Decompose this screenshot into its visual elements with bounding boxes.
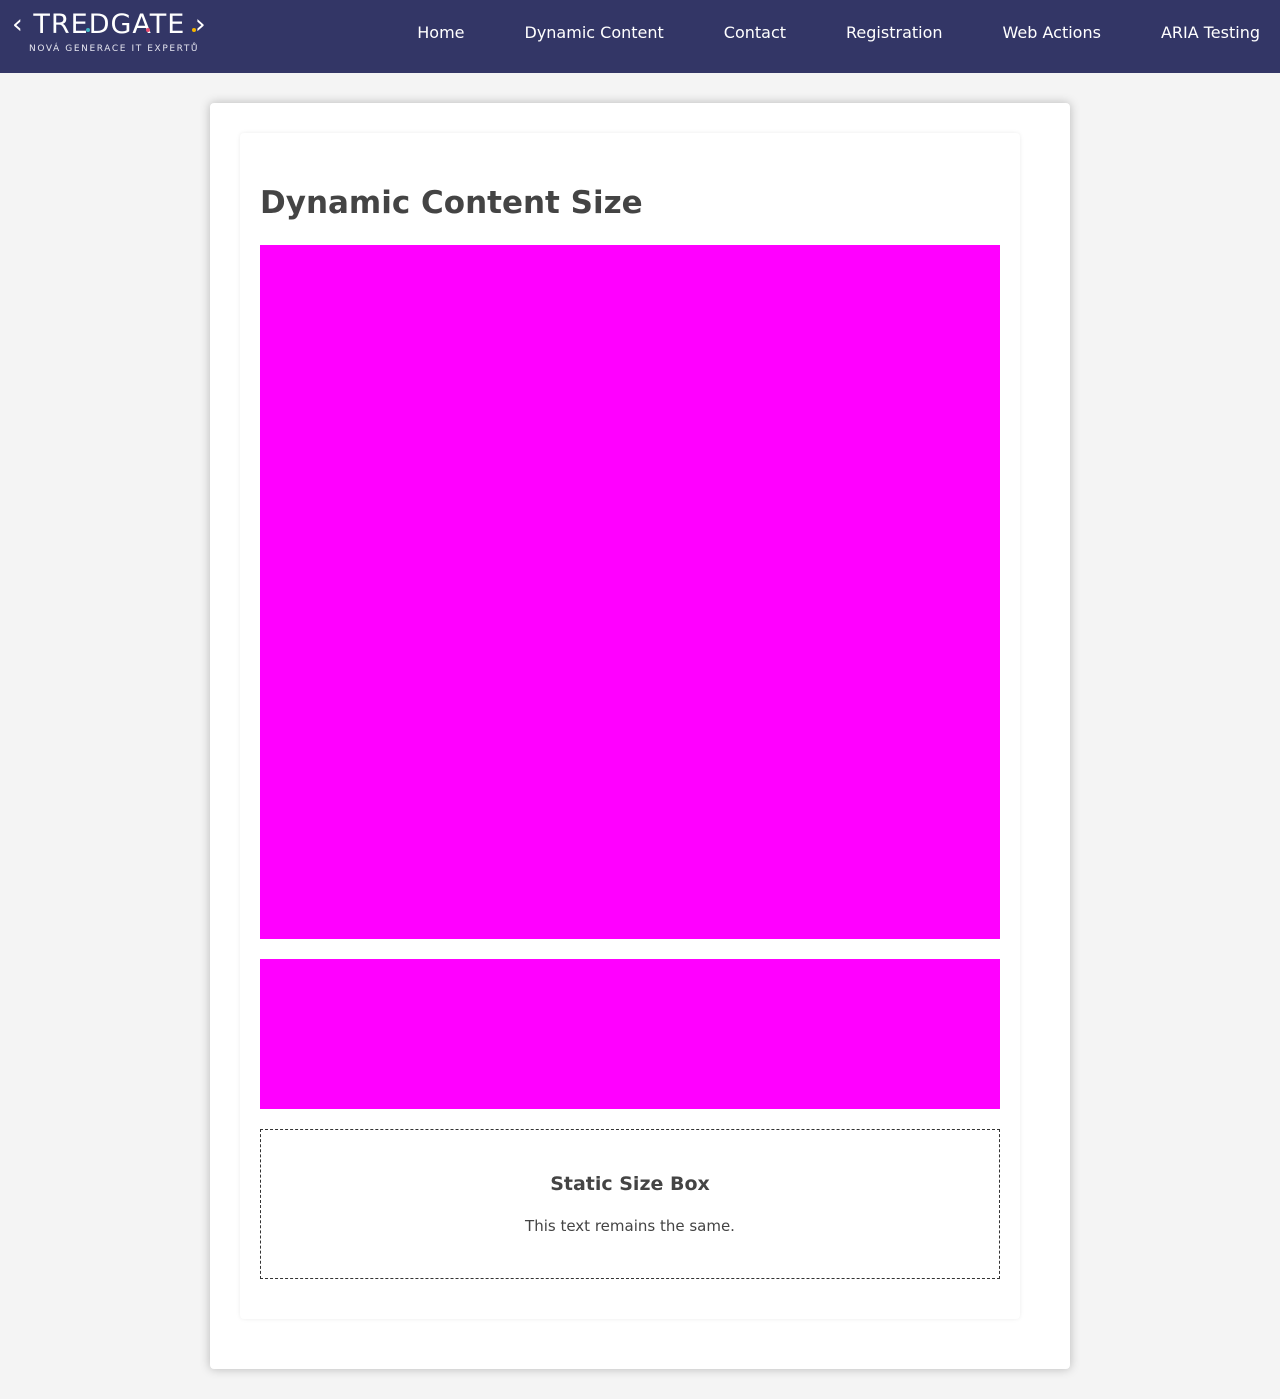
main-nav: Home Dynamic Content Contact Registratio… <box>417 0 1260 64</box>
tredgate-logo[interactable]: ‹ TREDGATE › NOVÁ GENERACE IT EXPERTŮ <box>12 10 217 58</box>
logo-accent-dots <box>72 28 202 34</box>
logo-tagline: NOVÁ GENERACE IT EXPERTŮ <box>29 44 200 54</box>
static-size-box: Static Size Box This text remains the sa… <box>260 1129 1000 1279</box>
logo-dot-pink <box>146 28 150 32</box>
static-box-title: Static Size Box <box>550 1173 710 1195</box>
content-card: Dynamic Content Size Static Size Box Thi… <box>240 133 1020 1319</box>
static-box-text: This text remains the same. <box>525 1217 735 1235</box>
logo-wordmark: ‹ TREDGATE › <box>12 9 207 40</box>
nav-home[interactable]: Home <box>417 23 464 42</box>
page-title: Dynamic Content Size <box>260 185 643 221</box>
top-navbar: ‹ TREDGATE › NOVÁ GENERACE IT EXPERTŮ Ho… <box>0 0 1280 73</box>
content-container: Dynamic Content Size Static Size Box Thi… <box>210 103 1070 1369</box>
logo-dot-yellow <box>192 28 196 32</box>
nav-contact[interactable]: Contact <box>724 23 786 42</box>
dynamic-size-box-1 <box>260 245 1000 939</box>
nav-aria-testing[interactable]: ARIA Testing <box>1161 23 1260 42</box>
logo-dot-teal <box>86 28 90 32</box>
nav-dynamic-content[interactable]: Dynamic Content <box>525 23 664 42</box>
nav-registration[interactable]: Registration <box>846 23 942 42</box>
dynamic-size-box-2 <box>260 959 1000 1109</box>
nav-web-actions[interactable]: Web Actions <box>1003 23 1101 42</box>
